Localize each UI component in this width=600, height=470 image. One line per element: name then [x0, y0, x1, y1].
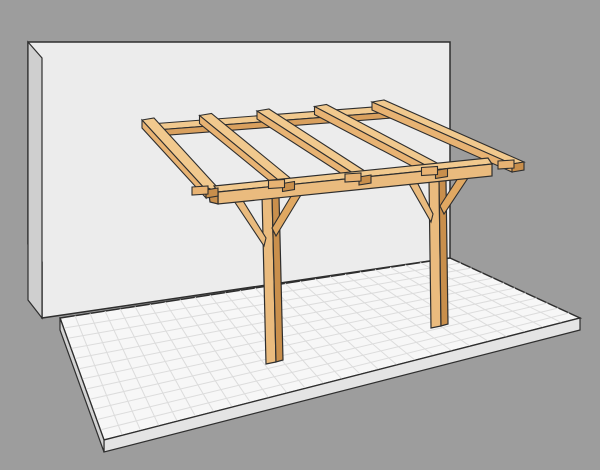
pergola-scene: [27, 40, 583, 453]
wall-side-edge: [27, 40, 43, 320]
rafter-tail: [344, 172, 362, 183]
rafter-tail: [191, 185, 209, 196]
rafter-tail: [497, 159, 515, 170]
rafter-tail: [267, 178, 286, 190]
rafter-tail: [420, 165, 439, 177]
